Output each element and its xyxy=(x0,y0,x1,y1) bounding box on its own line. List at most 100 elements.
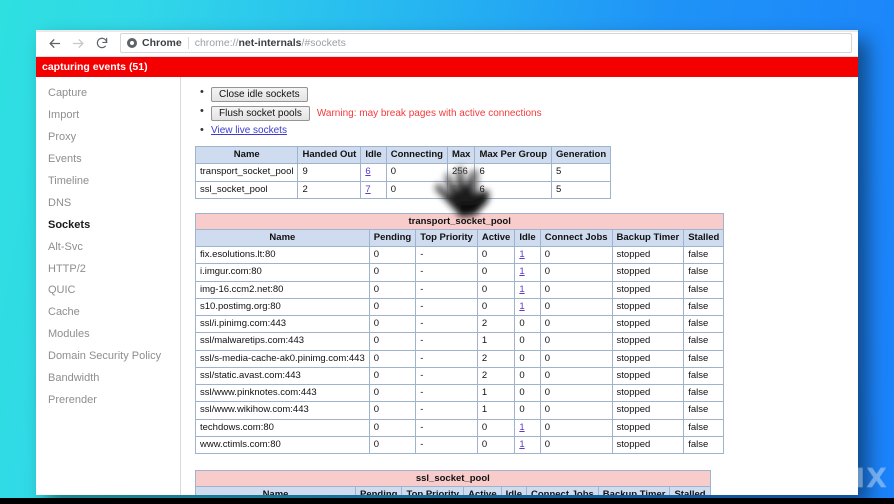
summary-cell-max: 256 xyxy=(446,163,476,182)
pool-cell-idle: 1 xyxy=(514,435,541,455)
pool-cell-backup-timer: stopped xyxy=(611,245,685,265)
sidebar-item-bandwidth[interactable]: Bandwidth xyxy=(36,368,180,390)
pool-cell-idle: 0 xyxy=(514,314,541,334)
sidebar-item-label: Capture xyxy=(48,87,88,99)
sidebar-item-prerender[interactable]: Prerender xyxy=(36,390,180,412)
idle-count-link[interactable]: 1 xyxy=(519,249,524,260)
pool-cell-pending: 0 xyxy=(368,418,417,437)
pool-cell-stalled: false xyxy=(683,280,725,299)
pool-cell-connect-jobs: 0 xyxy=(539,383,613,403)
pool-cell-idle: 0 xyxy=(514,332,541,351)
summary-col-header: Max xyxy=(446,145,476,165)
pool-col-header: Active xyxy=(463,485,502,495)
pool-cell-backup-timer: stopped xyxy=(611,366,685,386)
pool-cell-top-priority: - xyxy=(415,297,478,317)
pool-col-header: Active xyxy=(476,228,516,248)
pool-cell-idle: 1 xyxy=(514,245,541,265)
summary-cell-generation: 5 xyxy=(551,180,612,199)
sidebar-item-import[interactable]: Import xyxy=(36,105,180,127)
pool-cell-name: www.ctimls.com:80 xyxy=(195,435,370,455)
pool-cell-active: 0 xyxy=(476,245,516,265)
summary-cell-generation: 5 xyxy=(551,163,612,182)
sidebar-item-domain-security-policy[interactable]: Domain Security Policy xyxy=(36,346,180,368)
pool-col-header: Stalled xyxy=(669,485,711,495)
sidebar-item-timeline[interactable]: Timeline xyxy=(36,171,180,193)
pool-table-caption: transport_socket_pool xyxy=(195,212,725,229)
pool-cell-active: 0 xyxy=(476,263,516,282)
pool-cell-active: 0 xyxy=(476,297,516,317)
pool-cell-pending: 0 xyxy=(368,401,417,420)
view-live-sockets-link[interactable]: View live sockets xyxy=(211,125,287,136)
reload-icon[interactable] xyxy=(90,31,114,55)
pool-header-row: Name Pending Top Priority Active Idle Connect… xyxy=(195,485,711,495)
idle-count-link[interactable]: 1 xyxy=(519,284,524,295)
sidebar-item-sockets[interactable]: Sockets xyxy=(36,215,180,237)
omnibox-divider xyxy=(187,37,189,49)
pool-table-transport-socket-pool: transport_socket_pool Name Pending Top Prio… xyxy=(195,212,725,455)
pool-cell-connect-jobs: 0 xyxy=(539,263,613,282)
summary-col-header: Max Per Group xyxy=(474,145,553,165)
sidebar-item-quic[interactable]: QUIC xyxy=(36,280,180,302)
sidebar-item-label: Modules xyxy=(48,328,90,341)
pool-cell-name: img-16.ccm2.net:80 xyxy=(195,280,370,299)
address-bar[interactable]: Chrome chrome://net-internals/#sockets xyxy=(120,33,852,53)
sidebar-item-alt-svc[interactable]: Alt-Svc xyxy=(36,237,180,259)
sidebar-item-capture[interactable]: Capture xyxy=(36,83,180,105)
pool-cell-stalled: false xyxy=(683,297,725,317)
pool-cell-stalled: false xyxy=(683,418,725,437)
table-row: techdows.com:80 0-0 1 0 stopped false xyxy=(195,418,725,437)
idle-count-link[interactable]: 6 xyxy=(365,166,370,177)
pool-cell-connect-jobs: 0 xyxy=(539,418,613,437)
url-scheme: chrome:// xyxy=(194,37,239,49)
sidebar-item-dns[interactable]: DNS xyxy=(36,193,180,215)
table-row: ssl_socket_pool 2 7 0 256 6 5 xyxy=(194,180,612,199)
back-arrow-icon[interactable] xyxy=(42,31,66,55)
sidebar-item-cache[interactable]: Cache xyxy=(36,302,180,324)
pool-cell-connect-jobs: 0 xyxy=(539,314,613,334)
pool-cell-name: s10.postimg.org:80 xyxy=(195,297,370,317)
table-row: ssl/www.pinknotes.com:443 0-1 0 0 stopped fal… xyxy=(195,383,725,403)
summary-cell-handed-out: 9 xyxy=(297,163,362,182)
pool-cell-pending: 0 xyxy=(368,245,417,265)
pool-col-header: Stalled xyxy=(683,228,725,248)
summary-col-header: Name xyxy=(194,145,299,165)
summary-cell-connecting: 0 xyxy=(385,163,448,182)
summary-cell-max-per-group: 6 xyxy=(474,180,553,199)
sidebar-item-modules[interactable]: Modules xyxy=(36,324,180,346)
close-idle-sockets-item: Close idle sockets xyxy=(200,86,858,102)
pool-cell-top-priority: - xyxy=(415,314,478,334)
pool-col-header: Top Priority xyxy=(415,228,478,248)
summary-col-header: Handed Out xyxy=(297,145,362,165)
close-idle-sockets-button[interactable]: Close idle sockets xyxy=(211,87,308,102)
page-info-icon xyxy=(127,38,137,48)
idle-count-link[interactable]: 1 xyxy=(519,301,524,312)
sidebar-item-label: HTTP/2 xyxy=(48,262,86,275)
capturing-events-label: capturing events (51) xyxy=(42,61,148,73)
idle-count-link[interactable]: 7 xyxy=(365,184,370,195)
sidebar-item-proxy[interactable]: Proxy xyxy=(36,127,180,149)
idle-count-link[interactable]: 1 xyxy=(519,439,524,450)
socket-pool-summary-table: Name Handed Out Idle Connecting Max Max Per G… xyxy=(194,145,612,199)
pool-cell-name: ssl/i.pinimg.com:443 xyxy=(195,314,370,334)
pool-cell-idle: 0 xyxy=(514,383,541,403)
pool-cell-backup-timer: stopped xyxy=(611,401,685,420)
pool-cell-name: ssl/static.avast.com:443 xyxy=(195,366,370,386)
sidebar-item-label: DNS xyxy=(48,196,72,209)
flush-socket-pools-button[interactable]: Flush socket pools xyxy=(211,106,310,121)
pool-cell-top-priority: - xyxy=(415,280,478,299)
pool-cell-top-priority: - xyxy=(415,332,478,351)
table-row: www.ctimls.com:80 0-0 1 0 stopped false xyxy=(195,435,725,455)
omnibox-url: chrome://net-internals/#sockets xyxy=(195,37,346,49)
bottom-letterbox-bar xyxy=(0,498,894,504)
sidebar-item-events[interactable]: Events xyxy=(36,149,180,171)
pool-cell-stalled: false xyxy=(683,349,725,368)
capturing-events-banner: capturing events (51) xyxy=(36,57,858,77)
idle-count-link[interactable]: 1 xyxy=(519,266,524,277)
url-host: net-internals xyxy=(238,37,302,49)
pool-cell-active: 0 xyxy=(476,418,516,437)
idle-count-link[interactable]: 1 xyxy=(519,422,524,433)
sidebar-item-http-2[interactable]: HTTP/2 xyxy=(36,259,180,281)
socket-actions-list: Close idle sockets Flush socket pools War… xyxy=(200,86,858,136)
summary-col-header: Idle xyxy=(360,145,387,165)
pool-table-caption: ssl_socket_pool xyxy=(195,470,711,486)
